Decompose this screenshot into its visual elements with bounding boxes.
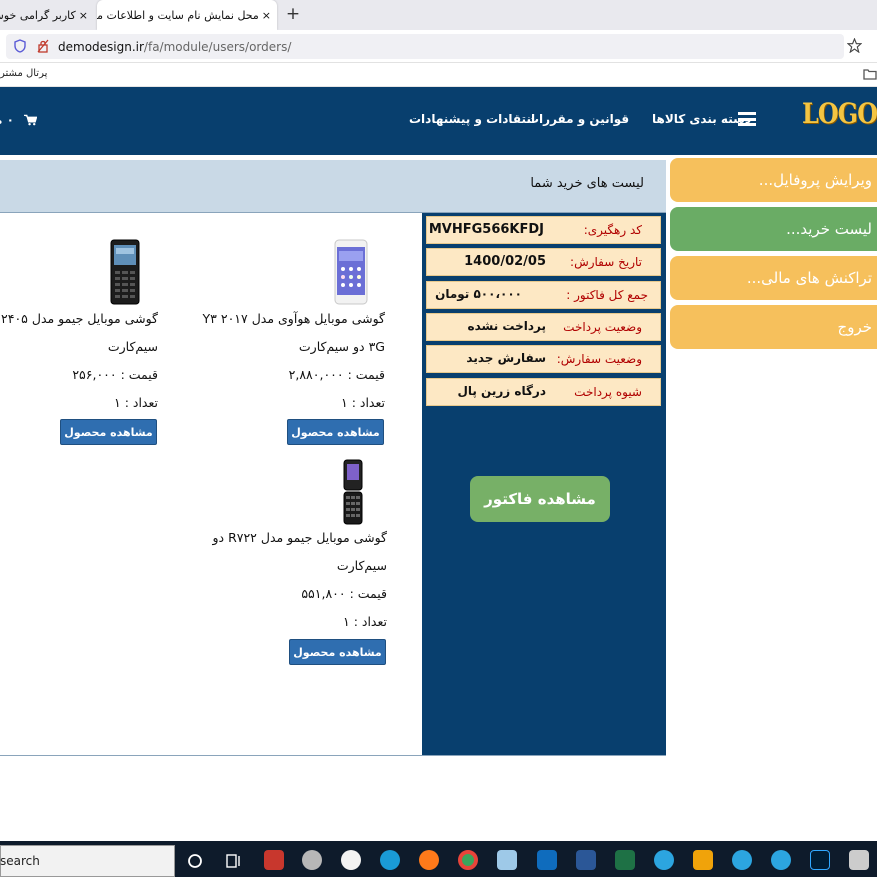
word-icon[interactable] (576, 850, 596, 870)
sidebar-item-edit-profile[interactable]: ویرایش پروفایل... (670, 158, 877, 202)
bookmarks-bar (0, 63, 877, 87)
bookmark-item[interactable]: پرتال مشتر (0, 68, 47, 79)
telegram-icon-3[interactable] (771, 850, 791, 870)
cart-icon[interactable] (24, 114, 37, 126)
sublime-text-icon[interactable] (693, 850, 713, 870)
browser-tab[interactable]: × کاربر گرامی خوش آ (0, 0, 92, 30)
order-detail-row: جمع کل فاکتور : ۵۰۰،۰۰۰ تومان (426, 281, 661, 309)
task-view-icon[interactable] (224, 851, 244, 871)
product-image-gmoo-phone[interactable] (110, 239, 140, 305)
payment-method: درگاه زرین پال (457, 384, 546, 398)
edge-browser-icon[interactable] (380, 850, 400, 870)
product-card: گوشی موبایل جیمو مدل R۷۲۲ دو سیم‌کارت قی… (200, 524, 387, 636)
detail-label: وضعیت سفارش: (556, 352, 642, 366)
orders-title: لیست های خرید شما (530, 176, 644, 191)
detail-label: شیوه پرداخت (574, 385, 642, 399)
new-tab-button[interactable]: + (284, 4, 302, 24)
notepad-icon[interactable] (497, 850, 517, 870)
close-tab-icon[interactable]: × (262, 9, 271, 22)
camera-icon[interactable] (849, 850, 869, 870)
product-quantity: تعداد : ۱ (341, 395, 385, 410)
cortana-circle-icon[interactable] (185, 851, 205, 871)
detail-label: وضعیت پرداخت (563, 320, 642, 334)
outlook-icon[interactable] (537, 850, 557, 870)
product-image-huawei-phone[interactable] (334, 239, 368, 305)
site-logo[interactable]: LOGO (802, 97, 877, 130)
url-text[interactable]: demodesign.ir/fa/module/users/orders/ (58, 40, 291, 54)
product-name-cont: سیم‌کارت (336, 558, 387, 573)
app-icon-1[interactable] (264, 850, 284, 870)
telegram-icon[interactable] (654, 850, 674, 870)
app-icon-3[interactable] (341, 850, 361, 870)
product-card: گوشی موبایل جیمو مدل ۲۴۰۵ سیم‌کارت قیمت … (0, 305, 158, 417)
insecure-lock-icon[interactable] (37, 39, 49, 53)
detail-label: کد رهگیری: (583, 223, 642, 237)
sidebar-item-purchase-list[interactable]: لیست خرید... (670, 207, 877, 251)
order-date: 1400/02/05 (464, 254, 546, 269)
product-quantity: تعداد : ۱ (343, 614, 387, 629)
product-name-cont: ۳G دو سیم‌کارت (298, 339, 385, 354)
photoshop-icon[interactable] (810, 850, 830, 870)
order-detail-row: شیوه پرداخت درگاه زرین پال (426, 378, 661, 406)
order-detail-row: کد رهگیری: MVHFG566KFDJ (426, 216, 661, 244)
browser-tab-bar: × کاربر گرامی خوش آ × محل نمایش نام سایت… (0, 0, 877, 30)
tab-title: کاربر گرامی خوش آ (0, 8, 76, 22)
product-name[interactable]: گوشی موبایل جیمو مدل R۷۲۲ دو (200, 524, 387, 552)
tracking-code: MVHFG566KFDJ (428, 222, 544, 237)
sidebar-item-transactions[interactable]: تراکنش های مالی... (670, 256, 877, 300)
nav-categories[interactable]: دسته بندی کالاها (652, 112, 751, 126)
order-detail-row: وضعیت پرداخت پرداخت نشده (426, 313, 661, 341)
nav-feedback[interactable]: انتقادات و پیشنهادات (409, 112, 535, 126)
view-product-button[interactable]: مشاهده محصول (287, 419, 384, 445)
product-quantity: تعداد : ۱ (114, 395, 158, 410)
product-name[interactable]: گوشی موبایل جیمو مدل ۲۴۰۵ (0, 305, 158, 333)
order-status: سفارش جدید (466, 351, 546, 365)
shield-icon[interactable] (14, 39, 26, 53)
view-invoice-button[interactable]: مشاهده فاکتور (470, 476, 610, 522)
view-product-button[interactable]: مشاهده محصول (289, 639, 386, 665)
detail-label: جمع کل فاکتور : (566, 288, 648, 302)
invoice-total: ۵۰۰،۰۰۰ تومان (435, 287, 522, 301)
excel-icon[interactable] (615, 850, 635, 870)
detail-label: تاریخ سفارش: (570, 255, 642, 269)
close-tab-icon[interactable]: × (79, 9, 88, 22)
chrome-icon[interactable] (458, 850, 478, 870)
order-detail-row: وضعیت سفارش: سفارش جدید (426, 345, 661, 373)
bookmark-star-icon[interactable] (847, 38, 862, 53)
telegram-icon-2[interactable] (732, 850, 752, 870)
search-label: search (0, 854, 40, 868)
sidebar-item-logout[interactable]: خروج (670, 305, 877, 349)
product-card: گوشی موبایل هوآوی مدل ۲۰۱۷ Y۳ ۳G دو سیم‌… (200, 305, 385, 417)
product-name[interactable]: گوشی موبایل هوآوی مدل ۲۰۱۷ Y۳ (200, 305, 385, 333)
settings-gear-icon[interactable] (302, 850, 322, 870)
product-price: قیمت : ۵۵۱,۸۰۰ (301, 586, 387, 601)
product-name-cont: سیم‌کارت (107, 339, 158, 354)
url-path: /fa/module/users/orders/ (143, 40, 292, 54)
nav-rules[interactable]: قوانین و مقررات (527, 112, 629, 126)
folder-icon[interactable] (863, 68, 877, 80)
payment-status: پرداخت نشده (467, 319, 546, 333)
view-product-button[interactable]: مشاهده محصول (60, 419, 157, 445)
tab-title: محل نمایش نام سایت و اطلاعات مورد (97, 8, 259, 22)
product-price: قیمت : ۲,۸۸۰,۰۰۰ (288, 367, 385, 382)
url-domain: demodesign.ir (58, 40, 144, 54)
order-detail-row: تاریخ سفارش: 1400/02/05 (426, 248, 661, 276)
firefox-icon[interactable] (419, 850, 439, 870)
product-price: قیمت : ۲۵۶,۰۰۰ (72, 367, 158, 382)
browser-tab-active[interactable]: × محل نمایش نام سایت و اطلاعات مورد (97, 0, 277, 30)
product-image-flip-phone[interactable] (342, 459, 364, 525)
cart-count[interactable]: ۰ مو (0, 113, 14, 127)
